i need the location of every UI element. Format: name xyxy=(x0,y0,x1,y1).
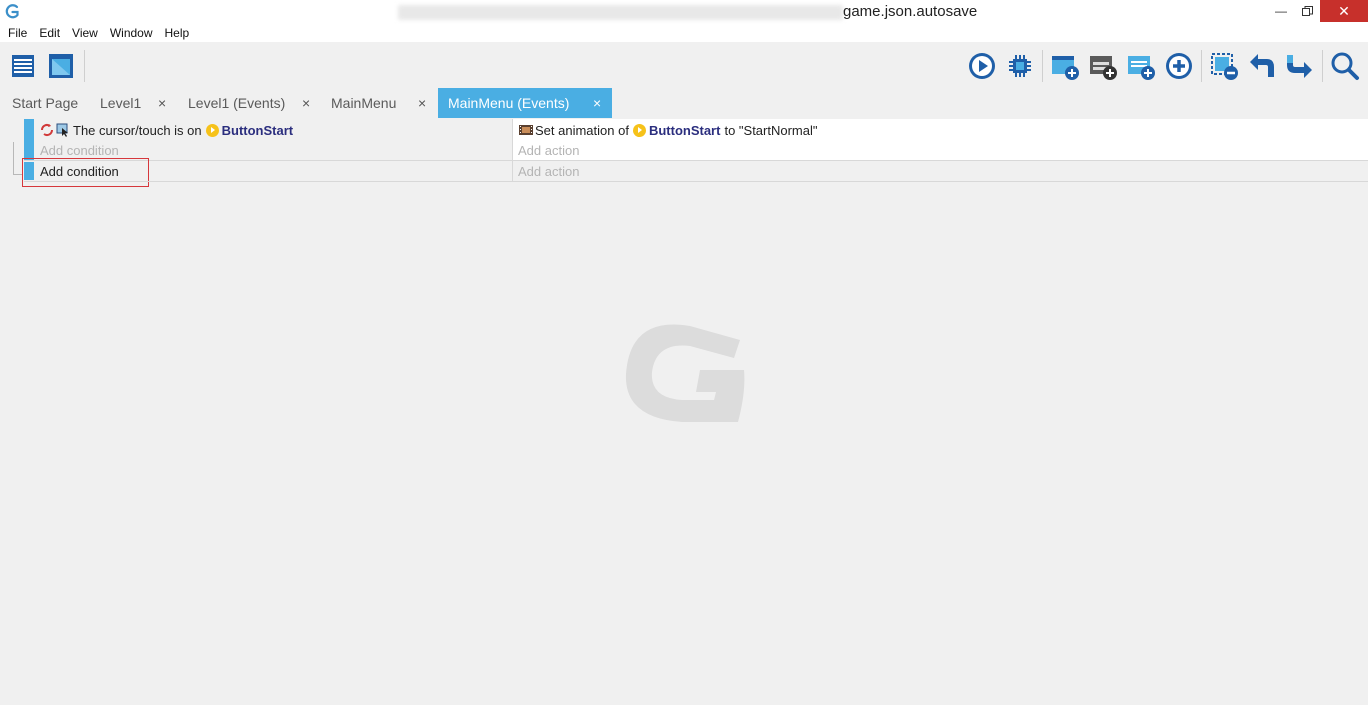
tab-label: Level1 (Events) xyxy=(188,95,286,111)
toolbar-separator xyxy=(84,50,85,82)
sprite-object-icon xyxy=(632,123,646,137)
sprite-object-icon xyxy=(205,123,219,137)
tab-mainmenu[interactable]: MainMenu × xyxy=(331,88,435,118)
add-event-icon[interactable] xyxy=(1050,51,1080,81)
menu-bar: File Edit View Window Help xyxy=(0,24,1368,42)
add-more-icon[interactable] xyxy=(1164,51,1194,81)
minimize-icon[interactable]: — xyxy=(1268,0,1294,22)
window-title: game.json.autosave xyxy=(843,3,978,20)
project-manager-icon[interactable] xyxy=(8,51,38,81)
debugger-icon[interactable] xyxy=(1005,51,1035,81)
event-separator xyxy=(24,181,1368,182)
tree-line xyxy=(13,174,22,175)
tab-level1-events[interactable]: Level1 (Events) × xyxy=(188,88,320,118)
tab-label: MainMenu xyxy=(331,95,397,111)
scene-editor-icon[interactable] xyxy=(46,51,76,81)
cursor-object-icon xyxy=(56,123,68,137)
gdevelop-logo-icon xyxy=(5,4,19,19)
menu-edit[interactable]: Edit xyxy=(33,26,66,40)
column-divider xyxy=(512,119,513,181)
search-icon[interactable] xyxy=(1330,51,1360,81)
action-value: to "StartNormal" xyxy=(724,122,818,138)
restore-icon[interactable] xyxy=(1294,0,1320,22)
event-separator xyxy=(24,160,1368,161)
menu-file[interactable]: File xyxy=(2,26,33,40)
toolbar-separator xyxy=(1322,50,1323,82)
action-text: Set animation of xyxy=(535,122,629,138)
object-name: ButtonStart xyxy=(221,122,294,138)
menu-view[interactable]: View xyxy=(66,26,104,40)
close-icon[interactable]: × xyxy=(593,95,601,111)
add-action-link[interactable]: Add action xyxy=(518,164,579,179)
close-icon[interactable]: × xyxy=(158,95,166,111)
object-name: ButtonStart xyxy=(648,122,721,138)
toolbar-separator xyxy=(1201,50,1202,82)
title-bar: game.json.autosave — ✕ xyxy=(0,0,1368,24)
tree-line xyxy=(13,142,14,174)
tab-label: Level1 xyxy=(100,95,142,111)
toolbar-separator xyxy=(1042,50,1043,82)
close-icon[interactable]: × xyxy=(418,95,426,111)
undo-icon[interactable] xyxy=(1247,51,1277,81)
tab-start-page[interactable]: Start Page xyxy=(12,88,78,118)
animation-film-icon xyxy=(519,125,533,135)
toolbar xyxy=(0,42,1368,88)
tab-label: MainMenu (Events) xyxy=(448,95,570,111)
tab-label: Start Page xyxy=(12,95,79,111)
highlight-box xyxy=(22,158,149,187)
gdevelop-watermark-icon xyxy=(625,324,745,422)
preview-icon[interactable] xyxy=(967,51,997,81)
menu-window[interactable]: Window xyxy=(104,26,159,40)
editor-tabs: Start Page Level1 × Level1 (Events) × Ma… xyxy=(0,88,1368,118)
add-condition-icon[interactable] xyxy=(1126,51,1156,81)
redo-icon[interactable] xyxy=(1285,51,1315,81)
tab-level1[interactable]: Level1 × xyxy=(100,88,176,118)
tab-mainmenu-events[interactable]: MainMenu (Events) × xyxy=(438,88,612,118)
close-icon[interactable]: × xyxy=(302,95,310,111)
close-icon[interactable]: ✕ xyxy=(1320,0,1368,22)
condition-cursor-on-object[interactable]: The cursor/touch is on ButtonStart xyxy=(40,121,293,139)
event-selector-bar[interactable] xyxy=(24,119,34,160)
add-action-link[interactable]: Add action xyxy=(518,143,579,158)
action-set-animation[interactable]: Set animation of ButtonStart to "StartNo… xyxy=(519,121,817,139)
title-path-blurred xyxy=(398,5,843,20)
menu-help[interactable]: Help xyxy=(159,26,196,40)
delete-icon[interactable] xyxy=(1209,51,1239,81)
mouse-touch-icon xyxy=(41,124,53,136)
add-condition-link[interactable]: Add condition xyxy=(40,143,119,158)
add-subevent-icon[interactable] xyxy=(1088,51,1118,81)
condition-text: The cursor/touch is on xyxy=(73,122,202,138)
